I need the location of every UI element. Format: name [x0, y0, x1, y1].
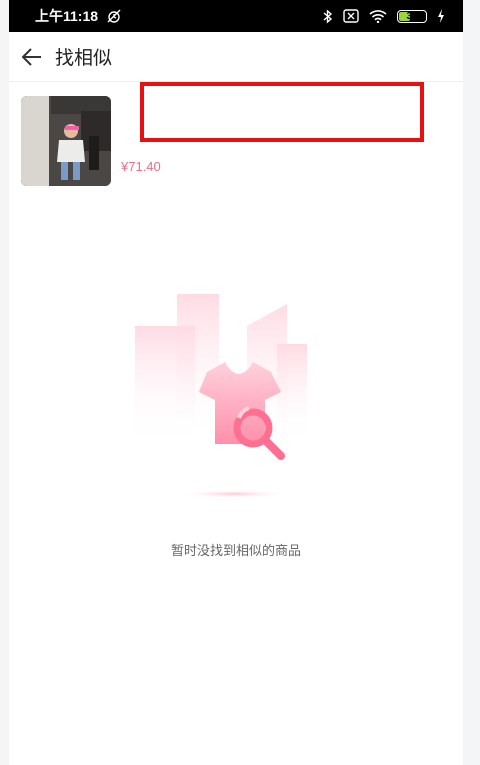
empty-state-message: 暂时没找到相似的商品 — [170, 543, 301, 558]
battery-icon: 39 — [397, 9, 427, 23]
status-bar: 上午11:18 39 — [9, 0, 463, 32]
status-time: 上午11:18 — [35, 8, 99, 24]
search-shirt-illustration — [129, 286, 339, 506]
alarm-off-icon — [106, 8, 122, 24]
charging-icon — [437, 9, 445, 23]
back-arrow-icon[interactable] — [21, 47, 43, 66]
wifi-icon — [369, 9, 387, 23]
sim-icon — [343, 9, 359, 23]
page-title: 找相似 — [55, 48, 113, 69]
product-image[interactable] — [21, 96, 111, 186]
battery-level: 39 — [406, 10, 418, 22]
nav-bar: 找相似 — [9, 32, 463, 82]
phone-screen: 上午11:18 39 找相似 ¥71.40 暂时没找到相似的商品 — [9, 0, 463, 765]
product-price: ¥71.40 — [121, 159, 161, 174]
bluetooth-icon — [323, 8, 333, 24]
title-highlight-box — [140, 82, 424, 142]
